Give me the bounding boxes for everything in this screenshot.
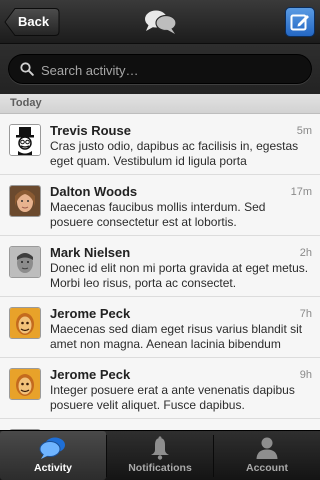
item-message: Donec id elit non mi porta gravida at eg… bbox=[50, 261, 309, 290]
tab-label: Notifications bbox=[128, 462, 192, 474]
item-name: Dalton Woods bbox=[50, 184, 138, 199]
photo-avatar bbox=[9, 185, 41, 217]
item-message: Integer posuere erat a ante venenatis da… bbox=[50, 383, 295, 412]
section-title: Today bbox=[10, 97, 42, 109]
tab-label: Account bbox=[246, 462, 288, 474]
tab-label: Activity bbox=[34, 462, 72, 474]
tab-notifications[interactable]: Notifications bbox=[107, 431, 213, 480]
speech-bubbles-icon bbox=[145, 10, 177, 34]
list-item[interactable]: Trevis Rouse 5m Cras justo odio, dapibus… bbox=[0, 114, 320, 175]
item-name: Jerome Peck bbox=[50, 306, 131, 321]
item-message: Maecenas sed diam eget risus varius blan… bbox=[50, 322, 303, 351]
tab-bar: Activity Notifications Account bbox=[0, 430, 320, 480]
item-message: Maecenas faucibus mollis interdum. Sed p… bbox=[50, 200, 266, 229]
list-item[interactable]: Jerome Peck 7h Maecenas sed diam eget ri… bbox=[0, 297, 320, 358]
item-time: 2h bbox=[299, 247, 312, 259]
illustrated-avatar bbox=[9, 307, 41, 339]
item-name: Trevis Rouse bbox=[50, 123, 131, 138]
person-icon bbox=[256, 437, 278, 459]
search-bar-area bbox=[0, 44, 320, 94]
list-item-partial[interactable] bbox=[0, 419, 320, 430]
item-name: Mark Nielsen bbox=[50, 245, 131, 260]
photo-avatar bbox=[9, 246, 41, 278]
tophat-avatar bbox=[9, 124, 41, 156]
item-time: 7h bbox=[299, 308, 312, 320]
activity-feed[interactable]: Trevis Rouse 5m Cras justo odio, dapibus… bbox=[0, 114, 320, 430]
item-time: 17m bbox=[290, 186, 312, 198]
compose-button[interactable] bbox=[285, 7, 315, 37]
search-icon bbox=[20, 62, 34, 76]
item-time: 5m bbox=[296, 125, 312, 137]
speech-bubbles-icon bbox=[39, 437, 65, 459]
item-time: 9h bbox=[299, 369, 312, 381]
list-item[interactable]: Mark Nielsen 2h Donec id elit non mi por… bbox=[0, 236, 320, 297]
list-item[interactable]: Jerome Peck 9h Integer posuere erat a an… bbox=[0, 358, 320, 419]
back-button[interactable]: Back bbox=[4, 7, 60, 37]
tab-account[interactable]: Account bbox=[214, 431, 320, 480]
item-name: Jerome Peck bbox=[50, 367, 131, 382]
back-button-label: Back bbox=[18, 14, 50, 29]
item-message: Cras justo odio, dapibus ac facilisis in… bbox=[50, 139, 299, 168]
tab-activity[interactable]: Activity bbox=[0, 431, 106, 480]
list-item[interactable]: Dalton Woods 17m Maecenas faucibus molli… bbox=[0, 175, 320, 236]
illustrated-avatar bbox=[9, 368, 41, 400]
navigation-bar: Back bbox=[0, 0, 320, 44]
search-input[interactable] bbox=[39, 59, 303, 81]
compose-icon bbox=[290, 14, 309, 31]
bell-icon bbox=[151, 436, 169, 460]
search-box[interactable] bbox=[8, 54, 312, 84]
section-header: Today bbox=[0, 94, 320, 114]
